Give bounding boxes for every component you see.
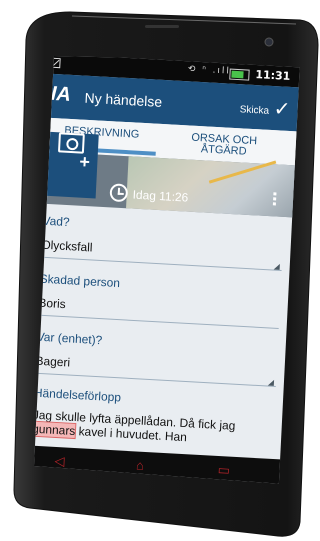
field-value[interactable]: Bageri xyxy=(35,354,70,370)
signal-icons: ⟲ ⁿ .ıll xyxy=(187,64,232,77)
clock-icon xyxy=(109,183,129,203)
nav-home-icon[interactable]: ⌂ xyxy=(136,457,145,472)
event-datetime[interactable]: Idag 11:26 xyxy=(132,188,188,205)
dropdown-corner-icon xyxy=(267,379,275,386)
check-icon[interactable]: ✓ xyxy=(273,96,291,122)
description-text[interactable]: Jag skulle lyfta äppellådan. Då fick jag… xyxy=(34,408,272,449)
field-label: Skadad person xyxy=(39,271,121,291)
status-time: 11:31 xyxy=(255,67,291,83)
field-label: Vad? xyxy=(42,213,70,230)
app-ui: ⟲ ⁿ .ıll 11:31 ‹ IA Ny händelse Skicka ✓… xyxy=(33,56,300,484)
camera-icon xyxy=(57,132,85,154)
nav-back-icon[interactable]: ◁ xyxy=(54,453,65,470)
tab-orsak-och-atgard[interactable]: ORSAK OCH ÅTGÄRD xyxy=(169,131,280,159)
nav-recent-apps-icon[interactable]: ▭ xyxy=(217,462,230,479)
field-value[interactable]: Olycksfall xyxy=(41,238,93,255)
app-logo: IA xyxy=(50,82,72,106)
event-form: Vad? Olycksfall Skadad person Boris Var … xyxy=(34,203,292,391)
field-label: Var (enhet)? xyxy=(36,329,103,348)
plus-icon: + xyxy=(78,151,91,173)
page-title: Ny händelse xyxy=(84,89,163,110)
field-label: Händelseförlopp xyxy=(33,385,122,405)
overflow-menu-icon[interactable] xyxy=(272,192,278,207)
battery-icon xyxy=(229,68,250,81)
field-value[interactable]: Boris xyxy=(38,296,66,312)
field-underline xyxy=(34,372,276,387)
send-button[interactable]: Skicka xyxy=(239,104,269,117)
dropdown-corner-icon xyxy=(273,263,280,270)
spellcheck-highlight[interactable]: gunnars xyxy=(34,420,77,440)
map-thumbnail[interactable] xyxy=(126,156,295,218)
